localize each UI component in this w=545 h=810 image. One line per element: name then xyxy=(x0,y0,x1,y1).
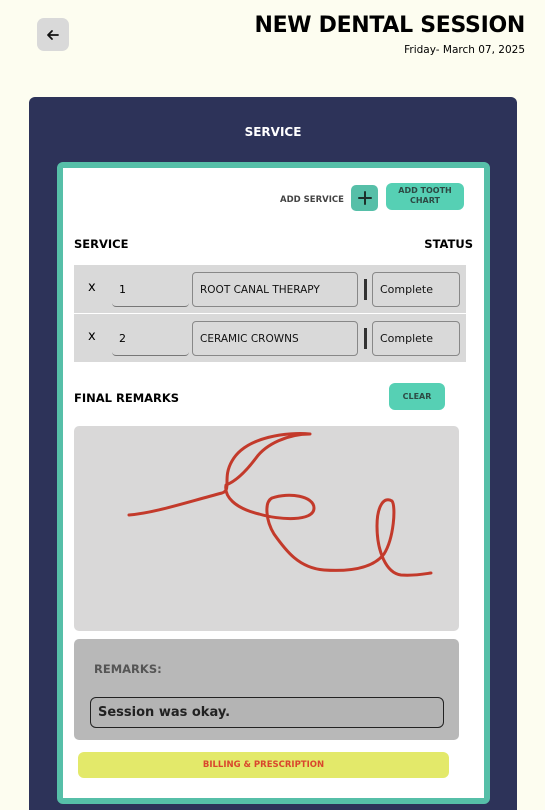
remove-row-button[interactable]: x xyxy=(88,280,96,295)
arrow-left-icon xyxy=(47,29,59,40)
service-row: x 2 CERAMIC CROWNS Complete xyxy=(74,314,466,362)
final-remarks-title: FINAL REMARKS xyxy=(74,391,180,405)
add-service-label: ADD SERVICE xyxy=(280,195,344,205)
page-title: NEW DENTAL SESSION xyxy=(254,13,525,38)
service-row: x 1 ROOT CANAL THERAPY Complete xyxy=(74,265,466,313)
session-date: Friday- March 07, 2025 xyxy=(404,44,525,56)
signature-drawing xyxy=(127,432,433,577)
remarks-input[interactable]: Session was okay. xyxy=(90,697,444,728)
back-button[interactable] xyxy=(37,18,69,51)
row-divider xyxy=(364,279,367,300)
remarks-label: REMARKS: xyxy=(94,662,162,676)
service-name-field[interactable]: CERAMIC CROWNS xyxy=(192,321,358,356)
remarks-section: REMARKS: Session was okay. xyxy=(74,639,459,740)
status-select[interactable]: Complete xyxy=(372,321,460,356)
status-select[interactable]: Complete xyxy=(372,272,460,307)
service-column-header: SERVICE xyxy=(74,237,129,251)
quantity-input[interactable]: 1 xyxy=(112,272,189,307)
service-name-field[interactable]: ROOT CANAL THERAPY xyxy=(192,272,358,307)
service-card: ADD SERVICE ADD TOOTH CHART SERVICE STAT… xyxy=(57,162,490,804)
plus-icon xyxy=(357,191,372,205)
row-divider xyxy=(364,328,367,349)
panel-title: SERVICE xyxy=(244,125,302,139)
service-panel: SERVICE ADD SERVICE ADD TOOTH CHART SERV… xyxy=(29,97,517,810)
signature-pad[interactable] xyxy=(74,426,459,631)
add-service-button[interactable] xyxy=(351,185,378,211)
remove-row-button[interactable]: x xyxy=(88,329,96,344)
clear-button[interactable]: CLEAR xyxy=(389,383,445,410)
status-column-header: STATUS xyxy=(424,237,473,251)
quantity-input[interactable]: 2 xyxy=(112,321,189,356)
add-tooth-chart-button[interactable]: ADD TOOTH CHART xyxy=(386,183,464,210)
billing-prescription-button[interactable]: BILLING & PRESCRIPTION xyxy=(78,752,449,778)
